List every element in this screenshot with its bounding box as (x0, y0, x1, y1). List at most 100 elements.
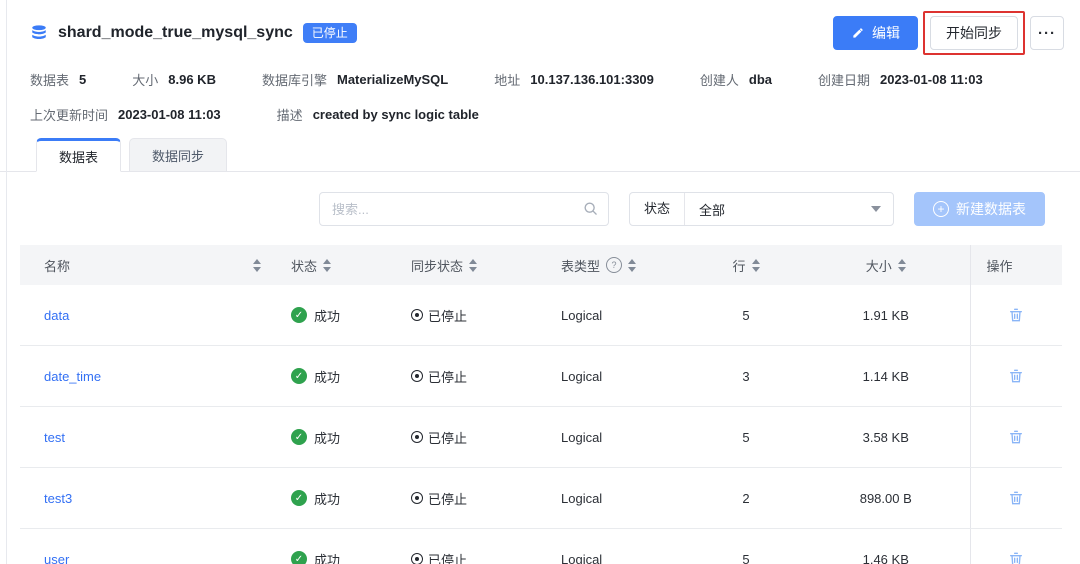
size-text: 1.46 KB (862, 551, 909, 564)
database-icon (30, 24, 48, 42)
column-header-status: 状态 (275, 245, 395, 285)
filter-label: 状态 (630, 193, 686, 225)
sort-icon[interactable] (469, 258, 478, 272)
tab-label: 数据同步 (152, 148, 205, 164)
column-header-rows: 行 (690, 245, 802, 285)
table-name-link[interactable]: data (44, 308, 69, 323)
edit-button-label: 编辑 (872, 25, 900, 41)
meta-label: 数据库引擎 (261, 73, 327, 88)
column-label: 大小 (865, 258, 892, 274)
search-input[interactable] (319, 192, 609, 226)
meta-label: 创建日期 (818, 73, 871, 88)
column-header-table-type: 表类型 ? (545, 245, 690, 285)
table-row: user ✓ 成功 已停止 Logical 5 1.46 KB (20, 528, 1062, 564)
row-count-text: 2 (742, 490, 750, 506)
status-filter-select[interactable]: 状态 全部 (629, 192, 894, 226)
meta-label: 大小 (132, 73, 159, 88)
delete-button[interactable] (1002, 484, 1030, 512)
trash-icon (1008, 551, 1024, 564)
status-text: 成功 (314, 369, 341, 385)
delete-button[interactable] (1002, 423, 1030, 451)
table-type-text: Logical (561, 368, 603, 384)
status-badge: 已停止 (302, 22, 357, 44)
meta-created-date: 创建日期 2023-01-08 11:03 (818, 70, 983, 89)
data-tables-table: 名称 状态 同步状态 表类型 ? 行 大小 操作 data ✓ 成功 已停止 L… (20, 245, 1062, 564)
table-name-link[interactable]: test3 (44, 491, 72, 506)
plus-circle-icon: + (933, 201, 949, 217)
table-name-link[interactable]: date_time (44, 369, 101, 384)
page-header: shard_mode_true_mysql_sync 已停止 编辑 开始同步 ·… (0, 0, 1080, 55)
sync-status-text: 已停止 (428, 491, 468, 507)
tab-data-tables[interactable]: 数据表 (36, 138, 122, 172)
tab-bar: 数据表 数据同步 (0, 138, 1080, 172)
meta-creator: 创建人 dba (700, 70, 772, 89)
title-group: shard_mode_true_mysql_sync 已停止 (30, 22, 357, 44)
page-title: shard_mode_true_mysql_sync (58, 23, 293, 41)
meta-row-2: 上次更新时间 2023-01-08 11:03 描述 created by sy… (0, 105, 1080, 124)
create-table-button[interactable]: + 新建数据表 (914, 192, 1045, 226)
column-header-name: 名称 (20, 245, 275, 285)
ellipsis-icon: ··· (1038, 24, 1056, 42)
stopped-record-icon (411, 553, 423, 564)
success-check-icon: ✓ (291, 368, 307, 384)
column-label: 名称 (44, 258, 71, 274)
table-type-text: Logical (561, 307, 603, 323)
delete-button[interactable] (1002, 301, 1030, 329)
meta-value: MaterializeMySQL (336, 72, 449, 87)
table-name-link[interactable]: user (44, 552, 69, 564)
meta-value: 2023-01-08 11:03 (118, 107, 221, 122)
table-header: 名称 状态 同步状态 表类型 ? 行 大小 操作 (20, 245, 1062, 285)
sort-icon[interactable] (628, 258, 637, 272)
chevron-down-icon (871, 206, 881, 212)
size-text: 1.91 KB (862, 307, 909, 323)
meta-description: 描述 created by sync logic table (277, 105, 479, 124)
filter-selected-value: 全部 (699, 202, 726, 218)
column-header-sync-status: 同步状态 (395, 245, 545, 285)
meta-value: created by sync logic table (312, 107, 479, 122)
pencil-icon (851, 26, 865, 40)
sort-icon[interactable] (323, 258, 332, 272)
table-row: test ✓ 成功 已停止 Logical 5 3.58 KB (20, 406, 1062, 468)
success-check-icon: ✓ (291, 490, 307, 506)
sync-status-text: 已停止 (428, 552, 468, 564)
tab-data-sync[interactable]: 数据同步 (129, 138, 228, 172)
meta-value: 2023-01-08 11:03 (880, 72, 983, 87)
database-detail-page: shard_mode_true_mysql_sync 已停止 编辑 开始同步 ·… (0, 0, 1080, 564)
trash-icon (1008, 490, 1024, 506)
table-name-link[interactable]: test (44, 430, 65, 445)
meta-last-updated: 上次更新时间 2023-01-08 11:03 (30, 105, 221, 124)
meta-engine: 数据库引擎 MaterializeMySQL (262, 70, 448, 89)
start-sync-label: 开始同步 (946, 25, 1002, 41)
sort-icon[interactable] (751, 258, 760, 272)
meta-label: 创建人 (699, 73, 739, 88)
sync-status-text: 已停止 (428, 430, 468, 446)
more-actions-button[interactable]: ··· (1030, 16, 1064, 50)
table-toolbar: 状态 全部 + 新建数据表 (0, 192, 1080, 226)
meta-value: 5 (79, 72, 87, 87)
header-actions: 编辑 开始同步 ··· (833, 11, 1064, 55)
create-table-label: 新建数据表 (956, 201, 1026, 217)
column-header-size: 大小 (802, 245, 970, 285)
delete-button[interactable] (1002, 545, 1030, 564)
search-box (319, 192, 609, 226)
start-sync-button[interactable]: 开始同步 (930, 16, 1018, 50)
delete-button[interactable] (1002, 362, 1030, 390)
size-text: 1.14 KB (862, 368, 909, 384)
success-check-icon: ✓ (291, 551, 307, 564)
sync-status-text: 已停止 (428, 369, 468, 385)
size-text: 898.00 B (859, 490, 912, 506)
sort-icon[interactable] (897, 258, 906, 272)
table-row: data ✓ 成功 已停止 Logical 5 1.91 KB (20, 285, 1062, 346)
table-body: data ✓ 成功 已停止 Logical 5 1.91 KB date_tim… (20, 285, 1062, 564)
table-type-text: Logical (561, 551, 603, 564)
status-text: 成功 (314, 430, 341, 446)
help-icon[interactable]: ? (606, 257, 623, 273)
column-label: 同步状态 (411, 258, 464, 274)
edit-button[interactable]: 编辑 (833, 16, 918, 50)
table-type-text: Logical (561, 429, 603, 445)
table-row: test3 ✓ 成功 已停止 Logical 2 898.00 B (20, 467, 1062, 529)
success-check-icon: ✓ (291, 429, 307, 445)
start-sync-wrap: 开始同步 (923, 11, 1025, 55)
sort-icon[interactable] (253, 258, 261, 272)
column-label: 操作 (986, 258, 1013, 274)
